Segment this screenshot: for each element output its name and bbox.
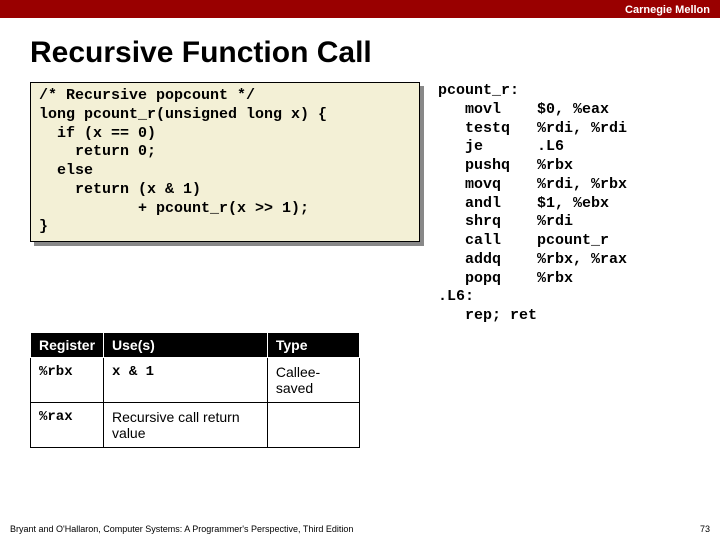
cell-type xyxy=(267,403,359,448)
slide-title: Recursive Function Call xyxy=(0,18,720,82)
content-area: /* Recursive popcount */ long pcount_r(u… xyxy=(0,82,720,448)
table-header-row: Register Use(s) Type xyxy=(31,333,360,358)
th-type: Type xyxy=(267,333,359,358)
cell-reg: %rbx xyxy=(31,358,104,403)
code-box-wrap: /* Recursive popcount */ long pcount_r(u… xyxy=(30,82,420,242)
left-column: /* Recursive popcount */ long pcount_r(u… xyxy=(30,82,420,448)
table-row: %rbx x & 1 Callee-saved xyxy=(31,358,360,403)
footer: Bryant and O'Hallaron, Computer Systems:… xyxy=(10,524,710,534)
page-number: 73 xyxy=(700,524,710,534)
cell-reg: %rax xyxy=(31,403,104,448)
assembly-code: pcount_r: movl $0, %eax testq %rdi, %rdi… xyxy=(438,82,627,448)
cell-type: Callee-saved xyxy=(267,358,359,403)
register-table: Register Use(s) Type %rbx x & 1 Callee-s… xyxy=(30,332,360,448)
th-register: Register xyxy=(31,333,104,358)
c-code: /* Recursive popcount */ long pcount_r(u… xyxy=(30,82,420,242)
footer-citation: Bryant and O'Hallaron, Computer Systems:… xyxy=(10,524,353,534)
cell-use: Recursive call return value xyxy=(104,403,268,448)
cell-use: x & 1 xyxy=(104,358,268,403)
table-row: %rax Recursive call return value xyxy=(31,403,360,448)
brand-bar: Carnegie Mellon xyxy=(0,0,720,18)
brand-text: Carnegie Mellon xyxy=(625,4,710,16)
th-uses: Use(s) xyxy=(104,333,268,358)
